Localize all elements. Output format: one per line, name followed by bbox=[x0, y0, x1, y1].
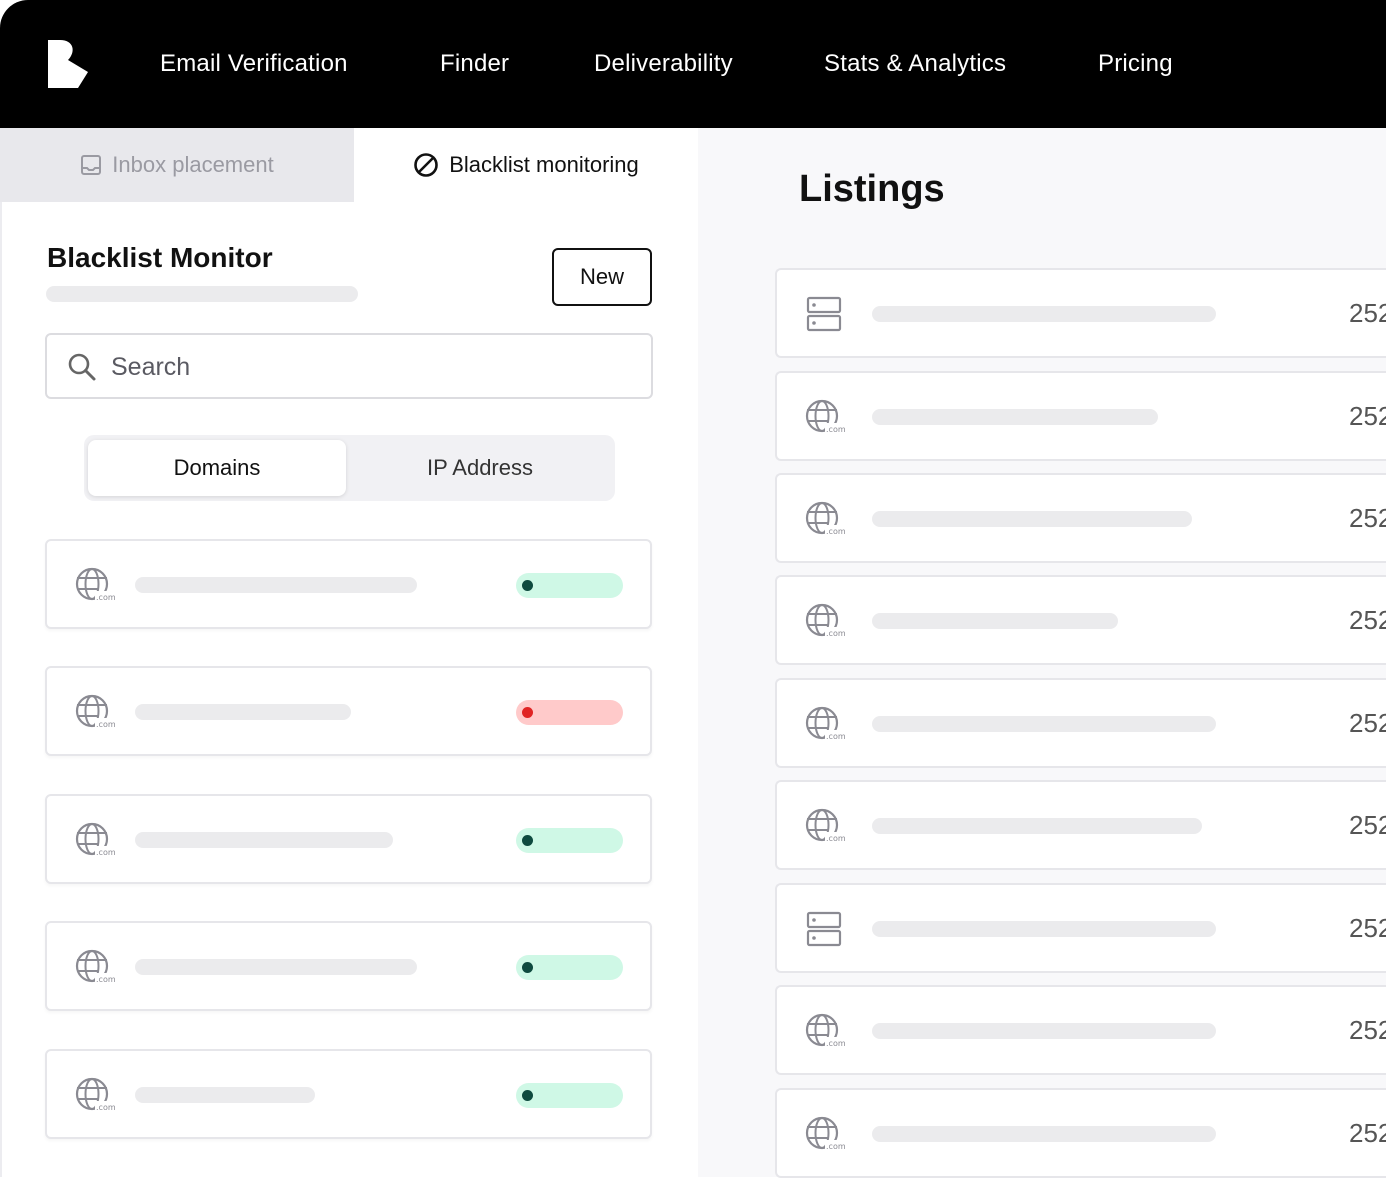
svg-text:.com: .com bbox=[96, 975, 115, 984]
listing-name-placeholder bbox=[872, 511, 1192, 527]
globe-com-icon: .com bbox=[75, 567, 115, 603]
listings-title: Listings bbox=[799, 168, 945, 210]
svg-text:.com: .com bbox=[826, 527, 845, 536]
globe-com-icon: .com bbox=[805, 706, 845, 742]
globe-com-icon: .com bbox=[805, 501, 845, 537]
domain-name-placeholder bbox=[135, 832, 393, 848]
listing-row[interactable]: 252 bbox=[775, 883, 1386, 973]
blacklist-monitor-panel: Inbox placement Blacklist monitoring Bla… bbox=[0, 128, 698, 1177]
listing-row[interactable]: .com 252 bbox=[775, 473, 1386, 563]
nav-email-verification[interactable]: Email Verification bbox=[160, 48, 348, 80]
listing-row[interactable]: .com 252 bbox=[775, 371, 1386, 461]
inbox-icon bbox=[81, 155, 102, 175]
listing-name-placeholder bbox=[872, 306, 1216, 322]
domain-list-item[interactable]: .com bbox=[45, 1049, 652, 1139]
status-dot bbox=[522, 962, 533, 973]
domain-ip-toggle: Domains IP Address bbox=[84, 435, 615, 501]
globe-com-icon: .com bbox=[75, 822, 115, 858]
tab-inbox-label: Inbox placement bbox=[112, 152, 274, 177]
listing-count: 252 bbox=[1349, 708, 1386, 738]
globe-com-icon: .com bbox=[805, 1013, 845, 1049]
svg-text:.com: .com bbox=[96, 720, 115, 729]
globe-com-icon: .com bbox=[805, 399, 845, 435]
status-dot bbox=[522, 1090, 533, 1101]
globe-com-icon: .com bbox=[75, 694, 115, 730]
tab-blacklist-label: Blacklist monitoring bbox=[449, 152, 639, 177]
svg-text:.com: .com bbox=[826, 1142, 845, 1151]
listing-name-placeholder bbox=[872, 716, 1216, 732]
domain-name-placeholder bbox=[135, 1087, 315, 1103]
tab-inbox-placement[interactable]: Inbox placement bbox=[0, 128, 354, 202]
status-badge bbox=[516, 828, 623, 853]
globe-com-icon: .com bbox=[75, 949, 115, 985]
subtitle-placeholder bbox=[46, 286, 358, 302]
nav-finder[interactable]: Finder bbox=[440, 48, 509, 80]
server-icon bbox=[806, 911, 842, 947]
domain-name-placeholder bbox=[135, 959, 417, 975]
listing-name-placeholder bbox=[872, 818, 1202, 834]
server-icon bbox=[806, 296, 842, 332]
new-button[interactable]: New bbox=[552, 248, 652, 306]
nav-deliverability[interactable]: Deliverability bbox=[594, 48, 733, 80]
svg-text:.com: .com bbox=[96, 848, 115, 857]
status-dot bbox=[522, 835, 533, 846]
globe-com-icon: .com bbox=[805, 603, 845, 639]
listing-count: 252 bbox=[1349, 810, 1386, 840]
listing-count: 252 bbox=[1349, 298, 1386, 328]
listing-count: 252 bbox=[1349, 605, 1386, 635]
top-navigation-bar: Email Verification Finder Deliverability… bbox=[0, 0, 1386, 128]
domain-list-item[interactable]: .com bbox=[45, 666, 652, 756]
svg-text:.com: .com bbox=[826, 732, 845, 741]
segment-ip-address[interactable]: IP Address bbox=[350, 440, 610, 496]
listing-row[interactable]: .com 252 bbox=[775, 1088, 1386, 1178]
listing-count: 252 bbox=[1349, 1118, 1386, 1148]
listing-count: 252 bbox=[1349, 503, 1386, 533]
tab-blacklist-monitoring[interactable]: Blacklist monitoring bbox=[354, 128, 698, 202]
listing-count: 252 bbox=[1349, 1015, 1386, 1045]
status-badge bbox=[516, 955, 623, 980]
svg-text:.com: .com bbox=[96, 1103, 115, 1112]
status-badge bbox=[516, 573, 623, 598]
listing-name-placeholder bbox=[872, 409, 1158, 425]
domain-list-item[interactable]: .com bbox=[45, 921, 652, 1011]
domain-list-item[interactable]: .com bbox=[45, 794, 652, 884]
status-badge bbox=[516, 1083, 623, 1108]
domain-name-placeholder bbox=[135, 577, 417, 593]
page-title: Blacklist Monitor bbox=[47, 242, 273, 273]
svg-text:.com: .com bbox=[826, 425, 845, 434]
status-badge bbox=[516, 700, 623, 725]
nav-pricing[interactable]: Pricing bbox=[1098, 48, 1173, 80]
listing-name-placeholder bbox=[872, 1023, 1216, 1039]
listing-row[interactable]: .com 252 bbox=[775, 985, 1386, 1075]
listing-count: 252 bbox=[1349, 913, 1386, 943]
listing-row[interactable]: 252 bbox=[775, 268, 1386, 358]
listing-name-placeholder bbox=[872, 921, 1216, 937]
segment-domains[interactable]: Domains bbox=[88, 440, 346, 496]
brand-logo-icon[interactable] bbox=[46, 38, 90, 90]
status-dot bbox=[522, 580, 533, 591]
nav-stats-analytics[interactable]: Stats & Analytics bbox=[824, 48, 1006, 80]
search-input[interactable] bbox=[109, 345, 633, 389]
panel-divider bbox=[0, 202, 2, 1177]
listing-count: 252 bbox=[1349, 401, 1386, 431]
listing-name-placeholder bbox=[872, 1126, 1216, 1142]
svg-text:.com: .com bbox=[96, 593, 115, 602]
domain-name-placeholder bbox=[135, 704, 351, 720]
listing-row[interactable]: .com 252 bbox=[775, 678, 1386, 768]
search-icon bbox=[68, 353, 96, 381]
listings-panel: Listings 252 .com 252 .com 252 .com 252 .com 252… bbox=[698, 128, 1386, 1178]
listing-row[interactable]: .com 252 bbox=[775, 780, 1386, 870]
svg-text:.com: .com bbox=[826, 834, 845, 843]
svg-text:.com: .com bbox=[826, 1039, 845, 1048]
status-dot bbox=[522, 707, 533, 718]
globe-com-icon: .com bbox=[75, 1077, 115, 1113]
globe-com-icon: .com bbox=[805, 1116, 845, 1152]
prohibited-icon bbox=[414, 153, 439, 177]
globe-com-icon: .com bbox=[805, 808, 845, 844]
search-box bbox=[45, 333, 653, 399]
listing-name-placeholder bbox=[872, 613, 1118, 629]
domain-list-item[interactable]: .com bbox=[45, 539, 652, 629]
svg-text:.com: .com bbox=[826, 629, 845, 638]
listing-row[interactable]: .com 252 bbox=[775, 575, 1386, 665]
